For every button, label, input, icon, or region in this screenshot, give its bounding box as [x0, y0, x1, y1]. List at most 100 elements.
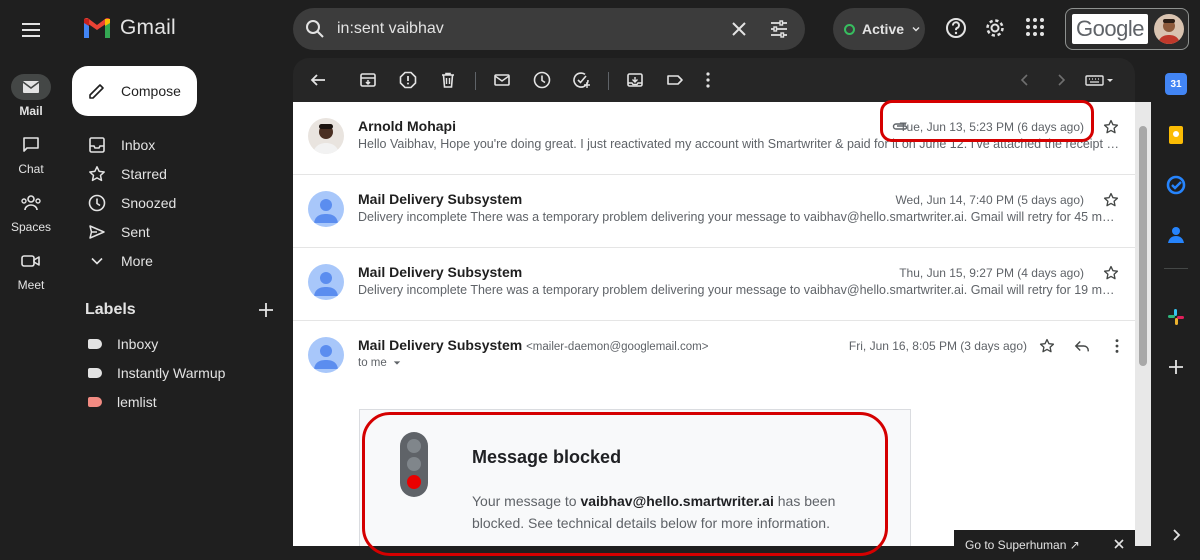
clear-search-button[interactable] — [729, 19, 749, 39]
thread-message[interactable]: Mail Delivery Subsystem Wed, Jun 14, 7:4… — [293, 175, 1135, 248]
tune-icon — [771, 20, 787, 38]
rail-item-chat[interactable]: Chat — [0, 132, 62, 176]
expand-panel-button[interactable] — [1165, 524, 1187, 546]
sender-name: Mail Delivery Subsystem <mailer-daemon@g… — [358, 337, 708, 353]
caret-down-icon — [393, 361, 401, 365]
superhuman-link[interactable]: Go to Superhuman ↗ — [965, 538, 1080, 552]
star-button[interactable] — [1103, 192, 1119, 208]
thread-message[interactable]: Arnold Mohapi Tue, Jun 13, 5:23 PM (6 da… — [293, 102, 1135, 175]
open-message-header: Mail Delivery Subsystem <mailer-daemon@g… — [293, 321, 1135, 411]
sender-name: Mail Delivery Subsystem — [358, 264, 523, 280]
google-brand-label: Google — [1072, 14, 1148, 44]
app-rail: Mail Chat Spaces Meet — [0, 0, 62, 560]
report-spam-button[interactable] — [399, 71, 417, 89]
rail-item-spaces[interactable]: Spaces — [0, 190, 62, 234]
get-addons-button[interactable] — [1165, 356, 1187, 378]
compose-button[interactable]: Compose — [72, 66, 197, 116]
message-snippet: Hello Vaibhav, Hope you're doing great. … — [358, 137, 1120, 151]
keep-icon[interactable] — [1165, 124, 1187, 146]
snooze-button[interactable] — [533, 71, 551, 89]
panel-divider — [1164, 268, 1188, 269]
sender-avatar — [308, 191, 344, 227]
contacts-icon[interactable] — [1165, 224, 1187, 246]
nav-item-sent[interactable]: Sent — [72, 218, 282, 246]
older-button[interactable] — [1055, 71, 1067, 89]
sender-name: Arnold Mohapi — [358, 118, 456, 134]
superhuman-banner[interactable]: Go to Superhuman ↗ — [954, 530, 1135, 560]
star-icon — [1103, 119, 1119, 134]
tasks-icon[interactable] — [1165, 174, 1187, 196]
label-item-lemlist[interactable]: lemlist — [72, 388, 282, 416]
rail-item-label: Chat — [18, 162, 44, 176]
chevron-right-icon — [1173, 529, 1181, 541]
mail-outline-icon — [494, 74, 510, 86]
message-snippet: Delivery incomplete There was a temporar… — [358, 283, 1120, 297]
nav-item-label: Inbox — [121, 137, 156, 153]
move-to-button[interactable] — [626, 71, 644, 89]
search-bar[interactable] — [293, 8, 805, 50]
apps-grid-icon — [1026, 18, 1044, 36]
close-icon — [1114, 539, 1124, 549]
label-item-inboxy[interactable]: Inboxy — [72, 330, 282, 358]
archive-icon — [360, 73, 376, 87]
rail-item-meet[interactable]: Meet — [0, 248, 62, 292]
search-input[interactable] — [337, 20, 717, 38]
sender-avatar — [308, 264, 344, 300]
move-to-icon — [627, 73, 643, 87]
slack-icon[interactable] — [1165, 306, 1187, 328]
vertical-scrollbar[interactable] — [1135, 102, 1151, 546]
nav-item-inbox[interactable]: Inbox — [72, 131, 282, 159]
more-actions-button[interactable] — [705, 71, 711, 89]
star-button[interactable] — [1039, 338, 1055, 354]
arrow-left-icon — [310, 74, 325, 86]
side-panel: 31 — [1151, 58, 1200, 560]
newer-button[interactable] — [1019, 71, 1031, 89]
reply-button[interactable] — [1074, 338, 1090, 354]
account-switcher[interactable]: Google — [1065, 8, 1189, 50]
pencil-icon — [89, 84, 104, 99]
search-icon — [306, 20, 324, 38]
apps-button[interactable] — [1025, 17, 1045, 37]
toolbar-divider — [608, 72, 609, 90]
labels-button[interactable] — [666, 71, 684, 89]
chevron-right-icon — [1058, 74, 1066, 86]
message-date: Fri, Jun 16, 8:05 PM (3 days ago) — [848, 339, 1027, 353]
message-more-button[interactable] — [1109, 338, 1125, 354]
account-avatar — [1153, 14, 1184, 44]
recipients-toggle[interactable]: to me — [358, 357, 401, 369]
sender-email: <mailer-daemon@googlemail.com> — [526, 341, 709, 353]
scroll-thumb[interactable] — [1139, 126, 1147, 366]
main-menu-button[interactable] — [19, 18, 43, 42]
create-label-button[interactable] — [258, 302, 274, 318]
archive-button[interactable] — [359, 71, 377, 89]
back-button[interactable] — [309, 71, 327, 89]
plus-icon — [259, 303, 273, 317]
input-tools-button[interactable] — [1085, 71, 1115, 89]
calendar-icon[interactable]: 31 — [1165, 73, 1187, 95]
compose-label: Compose — [121, 83, 181, 99]
help-button[interactable] — [945, 17, 967, 39]
star-button[interactable] — [1103, 265, 1119, 281]
superhuman-close-button[interactable] — [1113, 538, 1125, 550]
thread-message[interactable]: Mail Delivery Subsystem Thu, Jun 15, 9:2… — [293, 248, 1135, 321]
add-to-tasks-button[interactable] — [572, 71, 590, 89]
traffic-light-icon — [400, 432, 428, 497]
status-dropdown[interactable]: Active — [833, 8, 925, 50]
nav-item-label: Snoozed — [121, 195, 177, 211]
toolbar-divider — [475, 72, 476, 90]
settings-button[interactable] — [984, 17, 1006, 39]
plus-icon — [1169, 360, 1183, 374]
search-options-button[interactable] — [769, 19, 789, 39]
label-icon — [667, 75, 683, 85]
chevron-down-icon — [912, 27, 920, 32]
nav-item-starred[interactable]: Starred — [72, 160, 282, 188]
delete-button[interactable] — [439, 71, 457, 89]
label-item-instantly-warmup[interactable]: Instantly Warmup — [72, 359, 282, 387]
chevron-down-icon — [91, 257, 103, 265]
rail-item-mail[interactable]: Mail — [0, 74, 62, 118]
mark-unread-button[interactable] — [493, 71, 511, 89]
gmail-logo[interactable]: Gmail — [82, 16, 176, 40]
nav-item-more[interactable]: More — [72, 247, 282, 275]
nav-item-snoozed[interactable]: Snoozed — [72, 189, 282, 217]
star-button[interactable] — [1103, 119, 1119, 135]
